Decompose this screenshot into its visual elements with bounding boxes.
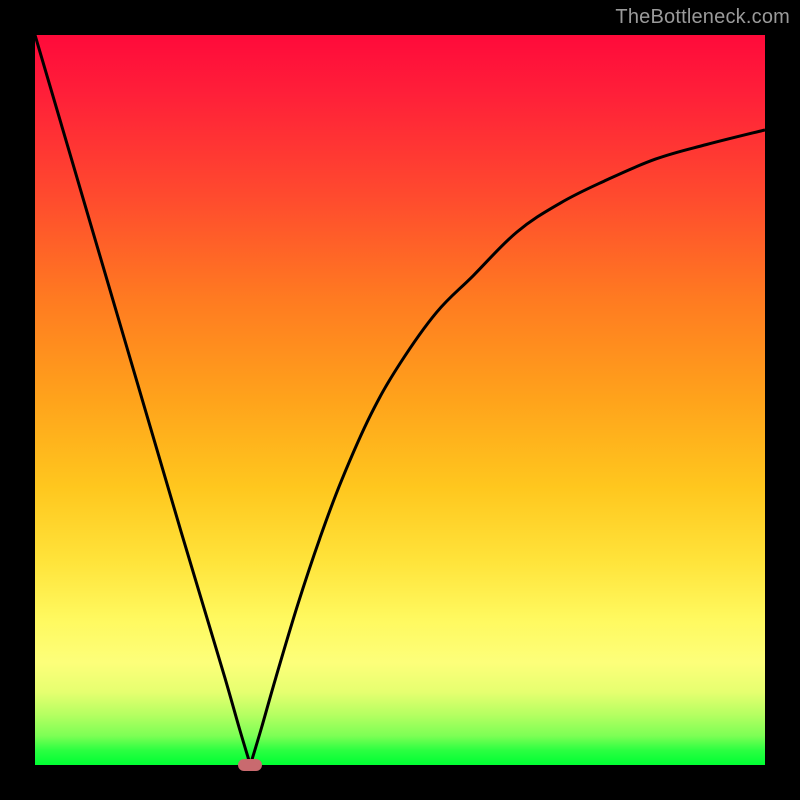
bottleneck-marker <box>238 759 262 771</box>
curve-svg <box>35 35 765 765</box>
plot-area <box>35 35 765 765</box>
watermark-text: TheBottleneck.com <box>615 6 790 29</box>
curve-left <box>35 35 250 765</box>
chart-frame: TheBottleneck.com <box>0 0 800 800</box>
curve-right <box>250 130 765 765</box>
